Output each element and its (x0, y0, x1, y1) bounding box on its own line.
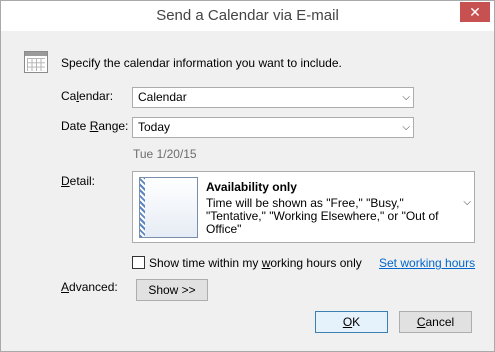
detail-preview-thumbnail (139, 177, 198, 238)
cancel-button[interactable]: Cancel (399, 311, 472, 333)
date-range-select-value: Today (138, 120, 171, 134)
calendar-select-value: Calendar (138, 90, 187, 104)
dialog-title: Send a Calendar via E-mail (156, 7, 339, 24)
show-advanced-button[interactable]: Show >> (136, 279, 208, 301)
close-button[interactable]: ✕ (460, 2, 490, 22)
chevron-down-icon: ⌵ (402, 122, 410, 133)
ok-button[interactable]: OK (315, 311, 388, 333)
send-calendar-dialog: Send a Calendar via E-mail ✕ Specify the… (0, 0, 495, 352)
working-hours-checkbox[interactable] (132, 256, 145, 269)
set-working-hours-link[interactable]: Set working hours (379, 256, 475, 270)
date-range-label: Date Range: (61, 119, 129, 133)
date-range-hint: Tue 1/20/15 (133, 147, 197, 161)
dialog-body: Specify the calendar information you wan… (9, 31, 486, 345)
detail-title: Availability only (206, 180, 297, 194)
working-hours-checkbox-label[interactable]: Show time within my working hours only (149, 256, 362, 270)
calendar-icon (24, 51, 48, 73)
date-range-select[interactable]: Today ⌵ (132, 117, 414, 138)
detail-label: Detail: (61, 174, 96, 188)
detail-select[interactable]: Availability only Time will be shown as … (132, 171, 475, 243)
detail-description: Time will be shown as "Free," "Busy," "T… (206, 196, 439, 236)
intro-text: Specify the calendar information you wan… (61, 56, 342, 70)
close-icon: ✕ (469, 4, 481, 20)
calendar-label: Calendar: (61, 89, 114, 103)
chevron-down-icon: ⌵ (402, 92, 410, 103)
advanced-label: Advanced: (61, 280, 118, 294)
calendar-select[interactable]: Calendar ⌵ (132, 87, 414, 108)
title-bar: Send a Calendar via E-mail ✕ (1, 1, 494, 31)
chevron-down-icon[interactable]: ⌵ (463, 197, 471, 208)
